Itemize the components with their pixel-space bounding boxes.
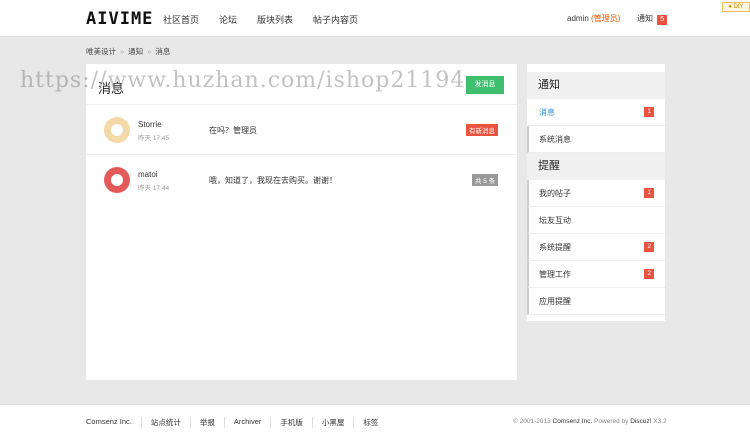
sidebar: 通知 消息 1 系统消息 提醒 我的帖子 1 坛友互动 系统提醒 2 管理工作 …	[527, 64, 665, 321]
notice-count-badge: 5	[657, 15, 668, 25]
breadcrumb: 唯美设计» 通知» 消息	[86, 46, 170, 57]
footer: Comsenz Inc. 站点统计 举报 Archiver 手机版 小黑屋 标签…	[0, 404, 750, 436]
user-menu[interactable]: admin (管理员)	[567, 13, 620, 24]
message-time: 昨天 17:44	[138, 185, 170, 192]
username[interactable]: admin	[567, 14, 589, 23]
new-message-badge: 有新消息	[466, 124, 498, 136]
user-role[interactable]: 管理员	[594, 14, 618, 23]
message-count-badge: 共 5 条	[472, 174, 499, 186]
avatar-face-icon	[111, 174, 123, 186]
sidebar-item-system-reminders[interactable]: 系统提醒 2	[527, 234, 665, 261]
message-row[interactable]: matoi 昨天 17:44 哦，知道了，我现在去购买。谢谢！ 共 5 条	[86, 154, 517, 204]
sidebar-badge: 2	[644, 269, 654, 279]
sidebar-item-messages[interactable]: 消息 1	[527, 99, 665, 126]
breadcrumb-home[interactable]: 唯美设计	[86, 47, 116, 56]
notice-label: 通知	[637, 14, 653, 23]
footer-link[interactable]: 举报	[191, 417, 225, 428]
message-text[interactable]: 哦，知道了，我现在去购买。谢谢！	[209, 175, 337, 186]
footer-link[interactable]: 标签	[354, 417, 387, 428]
footer-link[interactable]: Comsenz Inc.	[86, 417, 142, 428]
nav-forum[interactable]: 论坛	[219, 13, 237, 26]
sidebar-section-notice: 通知	[527, 72, 665, 99]
sidebar-badge: 1	[644, 188, 654, 198]
copyright: © 2001-2013 Comsenz Inc. Powered by Disc…	[513, 418, 667, 425]
avatar-face-icon	[111, 124, 123, 136]
sidebar-section-reminders: 提醒	[527, 153, 665, 180]
breadcrumb-separator-icon: »	[120, 47, 125, 56]
breadcrumb-current: 消息	[155, 47, 171, 56]
sidebar-item-admin-work[interactable]: 管理工作 2	[527, 261, 665, 288]
message-panel: 消息 Storrie 昨天 17:45 在吗？管理员 有新消息 matoi 昨天…	[86, 64, 517, 380]
nav-thread[interactable]: 帖子内容页	[313, 13, 358, 26]
site-logo[interactable]: AIVIME	[86, 9, 153, 29]
breadcrumb-separator-icon: »	[147, 47, 152, 56]
copyright-company[interactable]: Comsenz Inc.	[553, 418, 593, 425]
sidebar-item-my-posts[interactable]: 我的帖子 1	[527, 180, 665, 207]
message-row[interactable]: Storrie 昨天 17:45 在吗？管理员 有新消息	[86, 104, 517, 154]
breadcrumb-notice[interactable]: 通知	[128, 47, 143, 56]
sidebar-badge: 1	[644, 107, 654, 117]
nav-home[interactable]: 社区首页	[163, 13, 199, 26]
footer-link[interactable]: 站点统计	[142, 417, 191, 428]
notice-link[interactable]: 通知 5	[637, 13, 668, 25]
sidebar-badge: 2	[644, 242, 654, 252]
message-text[interactable]: 在吗？管理员	[209, 125, 257, 136]
sidebar-item-app-reminders[interactable]: 应用提醒	[527, 288, 665, 315]
page-title: 消息	[98, 81, 125, 96]
footer-links: Comsenz Inc. 站点统计 举报 Archiver 手机版 小黑屋 标签	[86, 417, 387, 428]
sidebar-item-system-messages[interactable]: 系统消息	[527, 126, 665, 153]
nav-boards[interactable]: 版块列表	[257, 13, 293, 26]
message-time: 昨天 17:45	[138, 135, 170, 142]
footer-link[interactable]: 手机版	[271, 417, 313, 428]
avatar[interactable]	[104, 167, 130, 193]
copyright-product[interactable]: Discuz!	[630, 418, 651, 425]
sender-name[interactable]: Storrie	[138, 120, 162, 129]
sidebar-item-interactions[interactable]: 坛友互动	[527, 207, 665, 234]
diy-button[interactable]: ♦ DIY	[722, 2, 750, 12]
main-nav: 社区首页 论坛 版块列表 帖子内容页	[163, 13, 378, 26]
avatar[interactable]	[104, 117, 130, 143]
top-bar: AIVIME 社区首页 论坛 版块列表 帖子内容页 admin (管理员) 通知…	[0, 0, 750, 37]
send-message-button[interactable]: 发消息	[466, 76, 504, 94]
footer-link[interactable]: 小黑屋	[313, 417, 355, 428]
sender-name[interactable]: matoi	[138, 170, 158, 179]
footer-link[interactable]: Archiver	[225, 417, 272, 428]
